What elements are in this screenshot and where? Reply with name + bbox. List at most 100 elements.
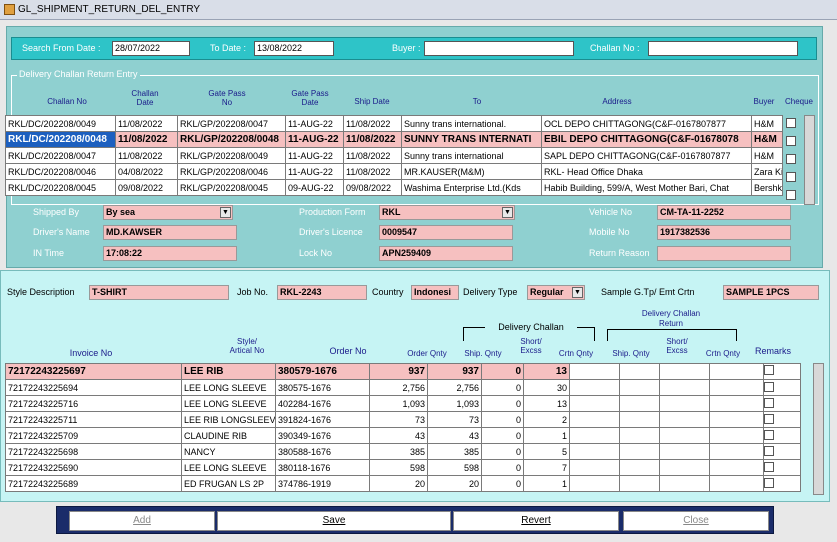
- invoice-row[interactable]: 72172243225697 LEE RIB 380579-1676 937 937 0 1…: [5, 363, 801, 380]
- invoice-cell[interactable]: [569, 459, 620, 476]
- delivery-type-select[interactable]: Regular ▼: [527, 285, 585, 300]
- lock-no-input[interactable]: APN259409: [379, 246, 513, 261]
- invoice-cell[interactable]: [619, 379, 660, 396]
- remarks-checkbox[interactable]: [764, 445, 774, 456]
- challan-cell[interactable]: Sunny trans international.: [401, 115, 542, 132]
- cheque-checkbox[interactable]: [786, 172, 796, 182]
- invoice-cell[interactable]: [619, 475, 660, 492]
- invoice-cell[interactable]: [763, 379, 801, 396]
- challan-row[interactable]: RKL/DC/202208/0046 04/08/2022 RKL/GP/20220…: [5, 163, 783, 180]
- invoice-cell[interactable]: [569, 411, 620, 428]
- invoice-row[interactable]: 72172243225690 LEE LONG SLEEVE 380118-1676…: [5, 459, 801, 476]
- invoice-cell[interactable]: [619, 459, 660, 476]
- invoice-cell[interactable]: 73: [427, 411, 482, 428]
- invoice-row[interactable]: 72172243225689 ED FRUGAN LS 2P 374786-1919…: [5, 475, 801, 492]
- invoice-cell[interactable]: 0: [481, 459, 524, 476]
- challan-cell[interactable]: Sunny trans international: [401, 147, 542, 164]
- invoice-cell[interactable]: 20: [427, 475, 482, 492]
- search-challan-input[interactable]: [648, 41, 798, 56]
- challan-cell[interactable]: 09/08/2022: [343, 179, 402, 196]
- invoice-cell[interactable]: 1,093: [427, 395, 482, 412]
- challan-cell[interactable]: RKL/GP/202208/0046: [177, 163, 286, 180]
- invoice-cell[interactable]: 1: [523, 427, 570, 444]
- invoice-cell[interactable]: 598: [427, 459, 482, 476]
- challan-cell[interactable]: OCL DEPO CHITTAGONG(C&F-0167807877: [541, 115, 752, 132]
- challan-cell[interactable]: MR.KAUSER(M&M): [401, 163, 542, 180]
- invoice-cell[interactable]: 43: [369, 427, 428, 444]
- invoice-cell[interactable]: [763, 443, 801, 460]
- challan-row[interactable]: RKL/DC/202208/0048 11/08/2022 RKL/GP/20220…: [5, 131, 783, 148]
- chevron-down-icon[interactable]: ▼: [572, 287, 583, 298]
- invoice-cell[interactable]: 72172243225690: [5, 459, 182, 476]
- remarks-checkbox[interactable]: [764, 365, 774, 375]
- cheque-checkbox[interactable]: [786, 118, 796, 128]
- challan-row[interactable]: RKL/DC/202208/0047 11/08/2022 RKL/GP/20220…: [5, 147, 783, 164]
- invoice-cell[interactable]: ED FRUGAN LS 2P: [181, 475, 276, 492]
- invoice-cell[interactable]: [709, 363, 764, 380]
- challan-cell[interactable]: H&M: [751, 131, 783, 148]
- country-input[interactable]: Indonesi: [411, 285, 459, 300]
- revert-button[interactable]: Revert: [453, 511, 619, 531]
- invoice-cell[interactable]: 598: [369, 459, 428, 476]
- invoice-cell[interactable]: [763, 427, 801, 444]
- invoice-cell[interactable]: 937: [369, 363, 428, 380]
- invoice-cell[interactable]: 20: [369, 475, 428, 492]
- invoice-cell[interactable]: 43: [427, 427, 482, 444]
- drivers-name-input[interactable]: MD.KAWSER: [103, 225, 237, 240]
- challan-cell[interactable]: Habib Building, 599/A, West Mother Bari,…: [541, 179, 752, 196]
- challan-cell[interactable]: H&M: [751, 115, 783, 132]
- invoice-cell[interactable]: [619, 395, 660, 412]
- invoice-cell[interactable]: 72172243225709: [5, 427, 182, 444]
- invoice-cell[interactable]: 0: [481, 395, 524, 412]
- challan-cell[interactable]: RKL/GP/202208/0047: [177, 115, 286, 132]
- invoice-cell[interactable]: [569, 427, 620, 444]
- invoice-cell[interactable]: [659, 363, 710, 380]
- invoice-cell[interactable]: 0: [481, 427, 524, 444]
- remarks-checkbox[interactable]: [764, 477, 774, 488]
- invoice-cell[interactable]: 385: [427, 443, 482, 460]
- shipped-by-select[interactable]: By sea ▼: [103, 205, 233, 220]
- challan-cell[interactable]: EBIL DEPO CHITTAGONG(C&F-01678078: [541, 131, 752, 148]
- remarks-checkbox[interactable]: [764, 413, 774, 424]
- invoice-cell[interactable]: 391824-1676: [275, 411, 370, 428]
- invoice-cell[interactable]: [763, 395, 801, 412]
- challan-cell[interactable]: Zara Kids: [751, 163, 783, 180]
- save-button[interactable]: Save: [217, 511, 451, 531]
- invoice-cell[interactable]: [659, 395, 710, 412]
- challan-cell[interactable]: RKL/GP/202208/0049: [177, 147, 286, 164]
- invoice-cell[interactable]: 0: [481, 443, 524, 460]
- invoice-cell[interactable]: LEE LONG SLEEVE: [181, 395, 276, 412]
- invoice-cell[interactable]: [709, 379, 764, 396]
- invoice-cell[interactable]: 374786-1919: [275, 475, 370, 492]
- invoice-cell[interactable]: [709, 427, 764, 444]
- invoice-cell[interactable]: [569, 395, 620, 412]
- challan-cell[interactable]: H&M: [751, 147, 783, 164]
- invoice-cell[interactable]: [659, 443, 710, 460]
- chevron-down-icon[interactable]: ▼: [220, 207, 231, 218]
- challan-cell[interactable]: 11-AUG-22: [285, 147, 344, 164]
- production-form-select[interactable]: RKL ▼: [379, 205, 515, 220]
- chevron-down-icon[interactable]: ▼: [502, 207, 513, 218]
- challan-cell[interactable]: 11/08/2022: [343, 147, 402, 164]
- invoice-row[interactable]: 72172243225711 LEE RIB LONGSLEEVE 391824-1…: [5, 411, 801, 428]
- in-time-input[interactable]: 17:08:22: [103, 246, 237, 261]
- invoice-cell[interactable]: NANCY: [181, 443, 276, 460]
- invoice-cell[interactable]: 5: [523, 443, 570, 460]
- invoice-cell[interactable]: [569, 363, 620, 380]
- close-button[interactable]: Close: [623, 511, 769, 531]
- invoice-cell[interactable]: 0: [481, 379, 524, 396]
- invoice-cell[interactable]: [763, 459, 801, 476]
- remarks-checkbox[interactable]: [764, 461, 774, 472]
- challan-scrollbar[interactable]: [804, 115, 815, 205]
- challan-cell[interactable]: 11-AUG-22: [285, 163, 344, 180]
- invoice-cell[interactable]: 0: [481, 363, 524, 380]
- invoice-cell[interactable]: LEE RIB LONGSLEEVE: [181, 411, 276, 428]
- invoice-row[interactable]: 72172243225709 CLAUDINE RIB 390349-1676 43 4…: [5, 427, 801, 444]
- invoice-row[interactable]: 72172243225716 LEE LONG SLEEVE 402284-1676…: [5, 395, 801, 412]
- challan-cell[interactable]: 11-AUG-22: [285, 115, 344, 132]
- challan-cell[interactable]: 04/08/2022: [115, 163, 178, 180]
- challan-cell[interactable]: SUNNY TRANS INTERNATI: [401, 131, 542, 148]
- invoice-cell[interactable]: 13: [523, 363, 570, 380]
- challan-cell[interactable]: RKL/DC/202208/0049: [5, 115, 116, 132]
- invoice-cell[interactable]: LEE LONG SLEEVE: [181, 379, 276, 396]
